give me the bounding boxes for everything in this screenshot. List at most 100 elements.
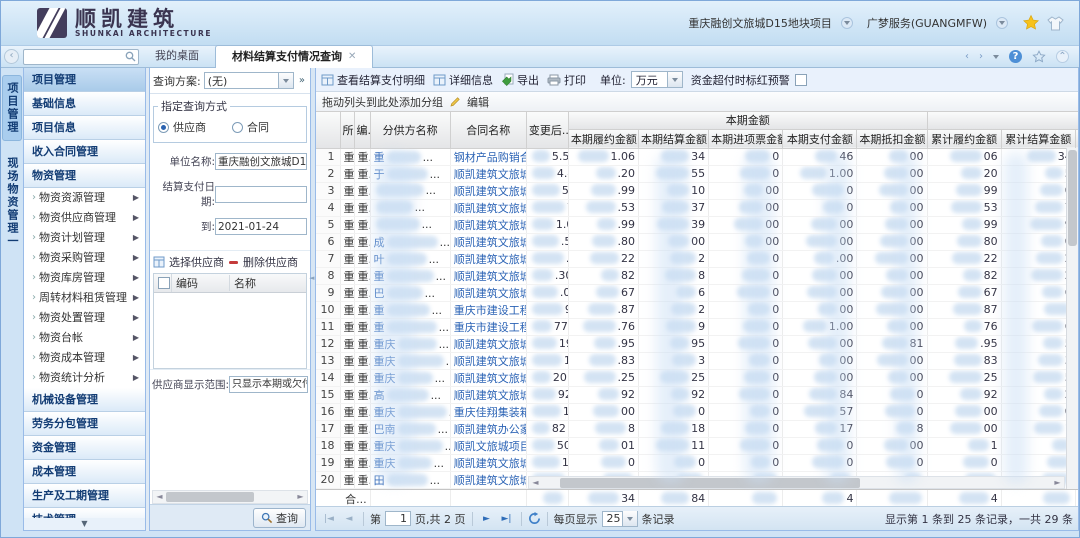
chevron-down-icon[interactable] xyxy=(622,511,637,526)
sidebar-section-项目管理[interactable]: 项目管理 xyxy=(24,68,145,92)
supplier-cell[interactable]: ... xyxy=(370,182,450,199)
supplier-cell[interactable]: 田... xyxy=(370,471,450,488)
sidebar-item-物资成本管理[interactable]: ›物资成本管理▶ xyxy=(24,348,145,368)
search-button[interactable]: 查询 xyxy=(253,508,306,528)
bookmark-star-icon[interactable] xyxy=(1032,50,1046,64)
supplier-cell[interactable]: 重庆... xyxy=(370,403,450,420)
contract-cell[interactable]: 顺凯建筑办公家... xyxy=(450,420,526,437)
refresh-icon[interactable] xyxy=(528,512,541,525)
contract-link[interactable]: 顺凯建筑文旅城... xyxy=(454,185,527,198)
edit-group-button[interactable]: 编辑 xyxy=(467,94,489,110)
sidebar-section-生产及工期管理[interactable]: 生产及工期管理 xyxy=(24,484,145,508)
sidebar-section-劳务分包管理[interactable]: 劳务分包管理 xyxy=(24,412,145,436)
table-row[interactable]: 5重..重.....顺凯建筑文旅城...1.00.9939000000999 xyxy=(316,216,1078,233)
supplier-cell[interactable]: 于... xyxy=(370,165,450,182)
col-current-2[interactable]: 本期进项票金额 xyxy=(709,129,783,148)
contract-cell[interactable]: 顺凯建筑文旅城... xyxy=(450,386,526,403)
tab-close-icon[interactable]: ✕ xyxy=(348,46,356,68)
select-supplier-button[interactable]: 选择供应商 xyxy=(169,254,224,270)
contract-cell[interactable]: 顺凯建筑文旅城... xyxy=(450,369,526,386)
contract-cell[interactable]: 顺凯建筑文旅城... xyxy=(450,216,526,233)
mini-grid-col-code[interactable]: 编码 xyxy=(172,275,230,291)
module-tab-现场物资管理一[interactable]: 现场物资管理一 xyxy=(3,151,21,254)
sidebar-section-物资管理[interactable]: 物资管理 xyxy=(24,164,145,188)
supplier-cell[interactable]: 成... xyxy=(370,233,450,250)
supplier-cell[interactable]: 高... xyxy=(370,386,450,403)
delete-supplier-button[interactable]: 删除供应商 xyxy=(243,254,298,270)
sidebar-section-成本管理[interactable]: 成本管理 xyxy=(24,460,145,484)
contract-cell[interactable]: 顺凯建筑文旅城... xyxy=(450,267,526,284)
project-selector[interactable]: 重庆融创文旅城D15地块项目 xyxy=(688,15,831,31)
supplier-cell[interactable]: 重... xyxy=(370,267,450,284)
prev-page-icon[interactable]: ◄ xyxy=(341,511,357,527)
chevron-down-icon[interactable] xyxy=(278,73,293,88)
contract-cell[interactable]: 顺凯文旅城项目... xyxy=(450,437,526,454)
table-row[interactable]: 10重..重..重...重庆市建设工程...9.49.8720000087 xyxy=(316,301,1078,318)
table-row[interactable]: 6重..重..成...顺凯建筑文旅城....50.8000000000800 xyxy=(316,233,1078,250)
field-input-0[interactable]: 重庆融创文旅城D15地... xyxy=(215,153,307,170)
sidebar-item-物资处置管理[interactable]: ›物资处置管理▶ xyxy=(24,308,145,328)
contract-cell[interactable]: 顺凯建筑文旅城... xyxy=(450,454,526,471)
sidebar-scroll-down-icon[interactable]: ▼ xyxy=(24,518,145,530)
page-number-input[interactable]: 1 xyxy=(385,511,411,526)
contract-link[interactable]: 顺凯建筑文旅城... xyxy=(454,287,527,300)
contract-link[interactable]: 钢材产品购销合同 xyxy=(454,151,527,164)
favorite-star-icon[interactable] xyxy=(1022,14,1040,32)
col-fixed-2[interactable]: 分供方名称 xyxy=(370,112,450,148)
sidebar-item-周转材料租赁管理[interactable]: ›周转材料租赁管理▶ xyxy=(24,288,145,308)
panel-splitter[interactable] xyxy=(311,68,315,531)
contract-link[interactable]: 顺凯建筑文旅城... xyxy=(454,202,527,215)
sidebar-section-基础信息[interactable]: 基础信息 xyxy=(24,92,145,116)
print-button[interactable]: 打印 xyxy=(547,72,586,88)
table-row[interactable]: 1重..重..重...钢材产品购销合同5.561.0634046000634 xyxy=(316,148,1078,165)
table-row[interactable]: 11重..重..重...重庆市建设工程...77.76901.0000766 xyxy=(316,318,1078,335)
contract-cell[interactable]: 顺凯建筑文旅城... xyxy=(450,284,526,301)
field-input-1[interactable] xyxy=(215,186,307,203)
overpay-warning-checkbox[interactable] xyxy=(795,74,807,86)
contract-link[interactable]: 顺凯建筑文旅城... xyxy=(454,236,527,249)
col-current-0[interactable]: 本期履约金额 xyxy=(568,129,638,148)
nav-back-icon[interactable]: ‹ xyxy=(4,49,19,64)
col-fixed-0[interactable]: 所.. xyxy=(340,112,354,148)
supplier-link[interactable]: 成 xyxy=(374,236,385,249)
col-current-1[interactable]: 本期结算金额 xyxy=(639,129,709,148)
sidebar-item-物资采购管理[interactable]: ›物资采购管理▶ xyxy=(24,248,145,268)
contract-cell[interactable]: 顺凯建筑文旅城... xyxy=(450,352,526,369)
supplier-link[interactable]: 重 xyxy=(374,321,385,334)
chevron-down-icon[interactable] xyxy=(667,72,682,87)
contract-link[interactable]: 重庆市建设工程... xyxy=(454,304,527,317)
tab-scroll-right-icon[interactable]: › xyxy=(979,51,983,62)
scrollbar-thumb[interactable] xyxy=(560,478,860,488)
sidebar-section-机械设备管理[interactable]: 机械设备管理 xyxy=(24,388,145,412)
scrollbar-thumb[interactable] xyxy=(1068,150,1077,246)
contract-link[interactable]: 顺凯建筑文旅城... xyxy=(454,457,527,470)
tab-material-settlement-query[interactable]: 材料结算支付情况查询 ✕ xyxy=(215,45,373,68)
project-dropdown-icon[interactable] xyxy=(841,17,853,29)
per-page-select[interactable]: 25 xyxy=(602,511,638,527)
table-row[interactable]: 9重..重..巴...顺凯建筑文旅城....0067600000676 xyxy=(316,284,1078,301)
col-cumulative-1[interactable]: 累计结算金额 xyxy=(1001,129,1075,148)
contract-link[interactable]: 顺凯建筑文旅城... xyxy=(454,270,527,283)
colgroup-current-period[interactable]: 本期金额 xyxy=(568,112,927,129)
contract-cell[interactable]: 顺凯建筑文旅城... xyxy=(450,165,526,182)
supplier-cell[interactable]: 重庆... xyxy=(370,437,450,454)
user-dropdown-icon[interactable] xyxy=(996,17,1008,29)
table-row[interactable]: 17重..重..巴南...顺凯建筑办公家...828180178001 xyxy=(316,420,1078,437)
sidebar-item-物资台帐[interactable]: ›物资台帐▶ xyxy=(24,328,145,348)
supplier-range-input[interactable]: 只显示本期或欠付有值 xyxy=(229,376,308,393)
supplier-link[interactable]: 叶 xyxy=(374,253,385,266)
supplier-cell[interactable]: ... xyxy=(370,216,450,233)
table-row[interactable]: 7重..重..叶...顺凯建筑文旅城....902220.0000222 xyxy=(316,250,1078,267)
contract-cell[interactable]: 顺凯建筑文旅城... xyxy=(450,199,526,216)
contract-cell[interactable]: 重庆市建设工程... xyxy=(450,301,526,318)
table-row[interactable]: 18重..重..重庆...顺凯文旅城项目...50011100001 xyxy=(316,437,1078,454)
supplier-link[interactable]: 重庆 xyxy=(374,440,396,453)
radio-contract[interactable] xyxy=(232,122,243,133)
supplier-cell[interactable]: 重... xyxy=(370,318,450,335)
table-row[interactable]: 19重..重..重庆...顺凯建筑文旅城...10000000 xyxy=(316,454,1078,471)
supplier-cell[interactable]: 巴... xyxy=(370,284,450,301)
contract-link[interactable]: 顺凯文旅城项目... xyxy=(454,440,527,453)
contract-cell[interactable]: 顺凯建筑文旅城... xyxy=(450,233,526,250)
view-settlement-detail-button[interactable]: 查看结算支付明细 xyxy=(321,72,425,88)
grid-hscrollbar[interactable]: ◄ ► xyxy=(528,476,1065,489)
